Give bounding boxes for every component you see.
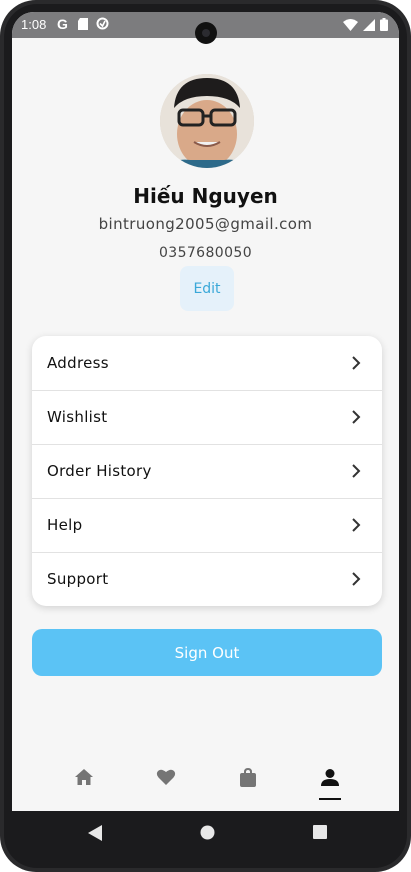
google-icon: G: [57, 17, 68, 30]
shopping-bag-icon: [240, 768, 256, 787]
profile-email: bintruong2005@gmail.com: [98, 215, 313, 233]
menu-item-order-history[interactable]: Order History: [32, 444, 382, 499]
avatar-photo: [160, 74, 254, 168]
sync-icon: [96, 17, 109, 30]
chevron-right-icon: [352, 464, 361, 478]
svg-text:G: G: [57, 17, 68, 30]
menu-item-label: Address: [47, 354, 109, 372]
bottom-nav: [12, 752, 399, 811]
profile-phone: 0357680050: [158, 245, 253, 261]
nav-home[interactable]: [62, 768, 106, 804]
heart-icon: [156, 769, 176, 785]
menu-item-support[interactable]: Support: [32, 552, 382, 606]
phone-screen: 1:08 G Hiếu Nguyen bintruong2005@gmail.c…: [12, 12, 399, 811]
home-icon: [75, 769, 93, 785]
menu-item-wishlist[interactable]: Wishlist: [32, 390, 382, 445]
recents-icon[interactable]: [313, 825, 327, 839]
nav-wishlist[interactable]: [144, 768, 188, 804]
active-tab-indicator: [319, 798, 341, 800]
menu-item-help[interactable]: Help: [32, 498, 382, 553]
menu-item-label: Support: [47, 570, 109, 588]
wifi-icon: [343, 18, 358, 31]
menu-item-label: Wishlist: [47, 408, 108, 426]
profile-menu: Address Wishlist Order History Help Supp…: [32, 336, 382, 606]
home-circle-icon[interactable]: [200, 825, 215, 840]
system-nav-bar: [4, 811, 407, 857]
status-time: 1:08: [21, 17, 47, 32]
menu-item-label: Help: [47, 516, 83, 534]
back-icon[interactable]: [88, 825, 102, 841]
battery-icon: [380, 18, 388, 31]
menu-item-address[interactable]: Address: [32, 336, 382, 391]
nav-profile[interactable]: [308, 768, 352, 804]
person-icon: [321, 769, 339, 786]
chevron-right-icon: [352, 518, 361, 532]
signal-icon: [363, 18, 375, 31]
chevron-right-icon: [352, 356, 361, 370]
nav-cart[interactable]: [226, 768, 270, 804]
status-icons-right: [343, 18, 388, 31]
sign-out-button[interactable]: Sign Out: [32, 629, 382, 676]
sd-card-icon: [78, 17, 88, 30]
edit-profile-button[interactable]: Edit: [180, 266, 234, 311]
status-icons-left: G: [57, 17, 109, 30]
profile-name: Hiếu Nguyen: [133, 184, 278, 208]
front-camera: [195, 22, 217, 44]
chevron-right-icon: [352, 572, 361, 586]
chevron-right-icon: [352, 410, 361, 424]
avatar[interactable]: [160, 74, 254, 168]
menu-item-label: Order History: [47, 462, 152, 480]
